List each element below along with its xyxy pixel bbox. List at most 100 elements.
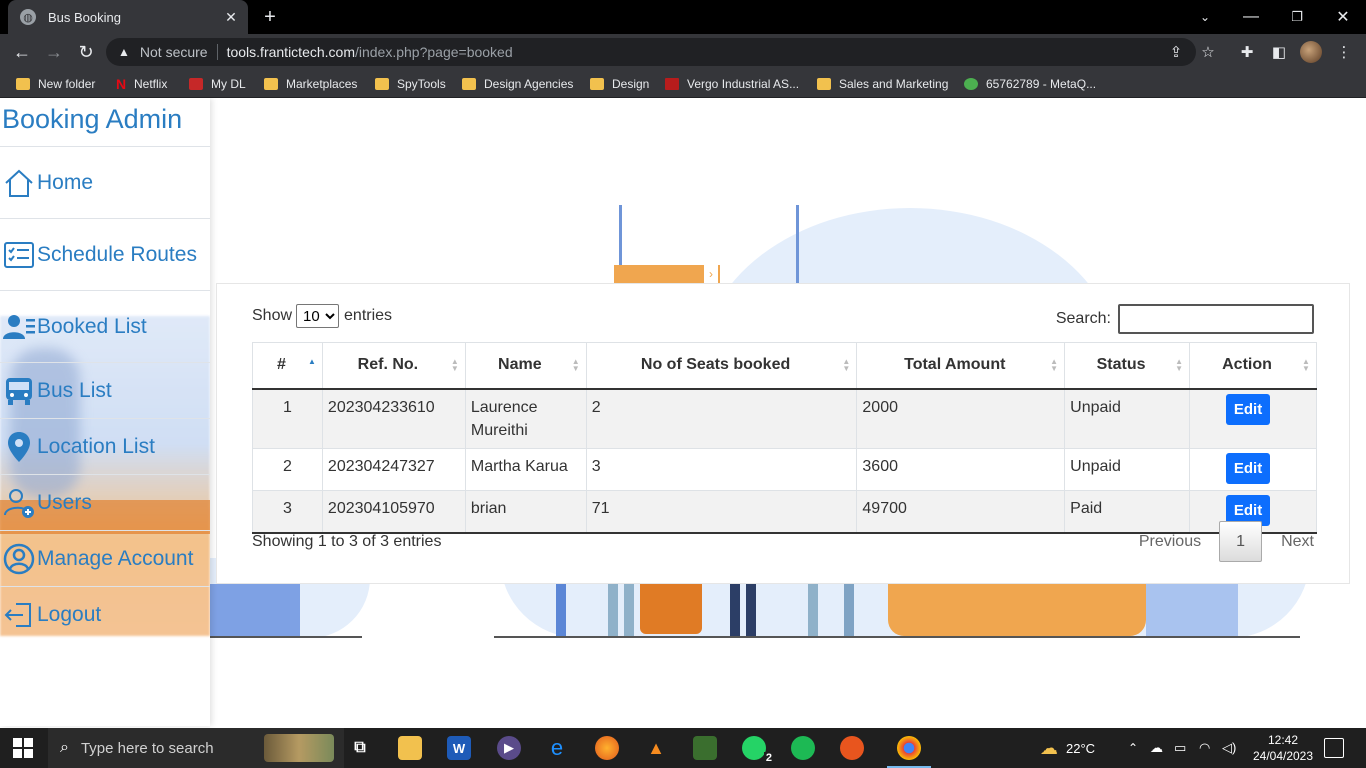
column-header-action[interactable]: Action ▲ ▼: [1189, 342, 1317, 390]
bookmark-metaq[interactable]: 65762789 - MetaQ...: [964, 75, 1096, 93]
onedrive-icon[interactable]: ☁: [1150, 728, 1163, 768]
minimize-button[interactable]: —: [1228, 0, 1274, 34]
weather-widget[interactable]: ☁ 22°C: [1040, 728, 1095, 768]
restore-button[interactable]: ❐: [1274, 0, 1320, 34]
sidebar-item-location-list[interactable]: Location List: [0, 418, 210, 474]
forward-button[interactable]: →: [40, 38, 68, 66]
task-view-icon[interactable]: ⧉: [348, 736, 372, 760]
cell-action: Edit: [1189, 388, 1317, 449]
sidebar-item-bus-list[interactable]: Bus List: [0, 362, 210, 418]
pagination-page-current[interactable]: 1: [1219, 521, 1263, 562]
whatsapp-icon[interactable]: 2: [742, 736, 774, 764]
address-bar[interactable]: ▲ Not secure tools.frantictech.com /inde…: [106, 38, 1215, 66]
edit-button[interactable]: Edit: [1226, 452, 1271, 484]
cell-name: brian: [464, 489, 587, 534]
reload-button[interactable]: ↻: [72, 38, 100, 66]
browser-toolbar: ← → ↻ ▲ Not secure tools.frantictech.com…: [0, 34, 1366, 70]
warning-icon[interactable]: ▲: [118, 45, 130, 59]
battery-icon[interactable]: ▭: [1174, 728, 1186, 768]
edge-icon[interactable]: e: [545, 735, 569, 760]
sidebar-item-logout[interactable]: Logout: [0, 586, 210, 642]
sidebar-item-label: Location List: [37, 434, 155, 458]
snipping-tool-icon[interactable]: [693, 736, 717, 760]
new-tab-button[interactable]: +: [258, 5, 282, 29]
wifi-icon[interactable]: ◠: [1199, 728, 1210, 768]
cell-amount: 49700: [856, 489, 1066, 534]
search-input[interactable]: [1118, 304, 1314, 334]
pagination-next[interactable]: Next: [1281, 533, 1314, 551]
bookmark-spytools[interactable]: SpyTools: [375, 75, 446, 93]
sidebar-item-manage-account[interactable]: Manage Account: [0, 530, 210, 586]
bookmark-marketplaces[interactable]: Marketplaces: [264, 75, 357, 93]
chevron-down-icon[interactable]: ⌄: [1182, 0, 1228, 34]
clock[interactable]: 12:42 24/04/2023: [1248, 732, 1318, 764]
column-header-amount[interactable]: Total Amount ▲ ▼: [856, 342, 1066, 390]
app-icon[interactable]: [840, 736, 864, 760]
search-label: Search:: [1055, 310, 1111, 327]
bookmark-label: Netflix: [134, 77, 168, 91]
column-header-seats[interactable]: No of Seats booked ▲ ▼: [585, 342, 858, 390]
sort-asc-icon: ▲: [307, 357, 316, 366]
page-viewport: › Booking Admin Home Schedule Routes Boo…: [0, 98, 1366, 728]
bookmark-design[interactable]: Design: [590, 75, 649, 93]
edit-button[interactable]: Edit: [1226, 393, 1271, 425]
url-path[interactable]: /index.php?page=booked: [355, 44, 513, 60]
window-close-button[interactable]: ✕: [1320, 0, 1366, 34]
url-host[interactable]: tools.frantictech.com: [227, 44, 355, 60]
column-header-status[interactable]: Status ▲ ▼: [1064, 342, 1191, 390]
file-explorer-icon[interactable]: [398, 736, 422, 760]
entries-per-page-select[interactable]: 10: [296, 304, 340, 328]
bookmark-label: Design: [612, 77, 650, 91]
side-panel-icon[interactable]: ◧: [1269, 42, 1289, 62]
sidebar-item-schedule-routes[interactable]: Schedule Routes: [0, 218, 210, 290]
volume-icon[interactable]: ◁): [1222, 728, 1236, 768]
extensions-icon[interactable]: ✚: [1237, 42, 1257, 62]
user-add-icon: [1, 485, 37, 521]
bookmark-new-folder[interactable]: New folder: [16, 75, 95, 93]
sign-pole: [796, 205, 799, 285]
cell-ref: 202304233610: [321, 388, 466, 449]
bookmark-sales-marketing[interactable]: Sales and Marketing: [817, 75, 948, 93]
sidebar-item-booked-list[interactable]: Booked List: [0, 290, 210, 362]
booked-table: # ▲ Ref. No. ▲ ▼ Name ▲ ▼ No of Seats booked ▲…: [252, 342, 1317, 534]
clock-date: 24/04/2023: [1252, 749, 1314, 763]
folder-icon: [264, 78, 278, 90]
sidebar-item-label: Booked List: [37, 314, 147, 338]
sidebar-item-label: Schedule Routes: [37, 242, 197, 266]
sidebar-item-home[interactable]: Home: [0, 146, 210, 218]
column-header-name[interactable]: Name ▲ ▼: [464, 342, 587, 390]
close-icon[interactable]: ✕: [222, 8, 240, 26]
back-button[interactable]: ←: [8, 38, 36, 66]
vlc-icon[interactable]: ▲: [644, 736, 668, 760]
bookmark-label: SpyTools: [397, 77, 446, 91]
taskbar-search[interactable]: ⌕ Type here to search: [48, 728, 344, 768]
browser-tab[interactable]: ◍ Bus Booking ✕: [8, 0, 248, 34]
length-label-show: Show: [252, 307, 293, 324]
menu-icon[interactable]: ⋮: [1334, 42, 1354, 62]
bookmark-label: 65762789 - MetaQ...: [986, 77, 1097, 91]
checklist-icon: [1, 237, 37, 273]
cell-index: 3: [252, 489, 323, 534]
bookmark-netflix[interactable]: N Netflix: [116, 75, 167, 93]
bookmark-design-agencies[interactable]: Design Agencies: [462, 75, 573, 93]
brand-title[interactable]: Booking Admin: [2, 104, 182, 135]
security-label[interactable]: Not secure: [140, 44, 208, 60]
star-icon[interactable]: ☆: [1198, 42, 1218, 62]
chevron-up-icon[interactable]: ⌃: [1128, 728, 1138, 768]
notification-icon[interactable]: [1324, 738, 1344, 758]
bookmark-my-dl[interactable]: My DL: [189, 75, 246, 93]
pagination-previous[interactable]: Previous: [1139, 533, 1201, 551]
bookmark-vergo[interactable]: Vergo Industrial AS...: [665, 75, 799, 93]
sidebar-item-users[interactable]: Users: [0, 474, 210, 530]
column-header-index[interactable]: # ▲: [252, 342, 323, 390]
windows-start-icon[interactable]: [13, 738, 33, 758]
word-icon[interactable]: W: [447, 736, 471, 760]
spotify-icon[interactable]: [791, 736, 815, 760]
column-header-ref[interactable]: Ref. No. ▲ ▼: [321, 342, 466, 390]
taskbar: ⌕ Type here to search ⧉ W ▶ e ▲ 2 ☁ 22°C…: [0, 728, 1366, 768]
media-player-icon[interactable]: ▶: [497, 736, 521, 760]
chrome-icon[interactable]: [887, 736, 931, 768]
profile-avatar[interactable]: [1300, 41, 1322, 63]
share-icon[interactable]: ⇪: [1166, 42, 1186, 62]
firefox-icon[interactable]: [595, 736, 619, 760]
